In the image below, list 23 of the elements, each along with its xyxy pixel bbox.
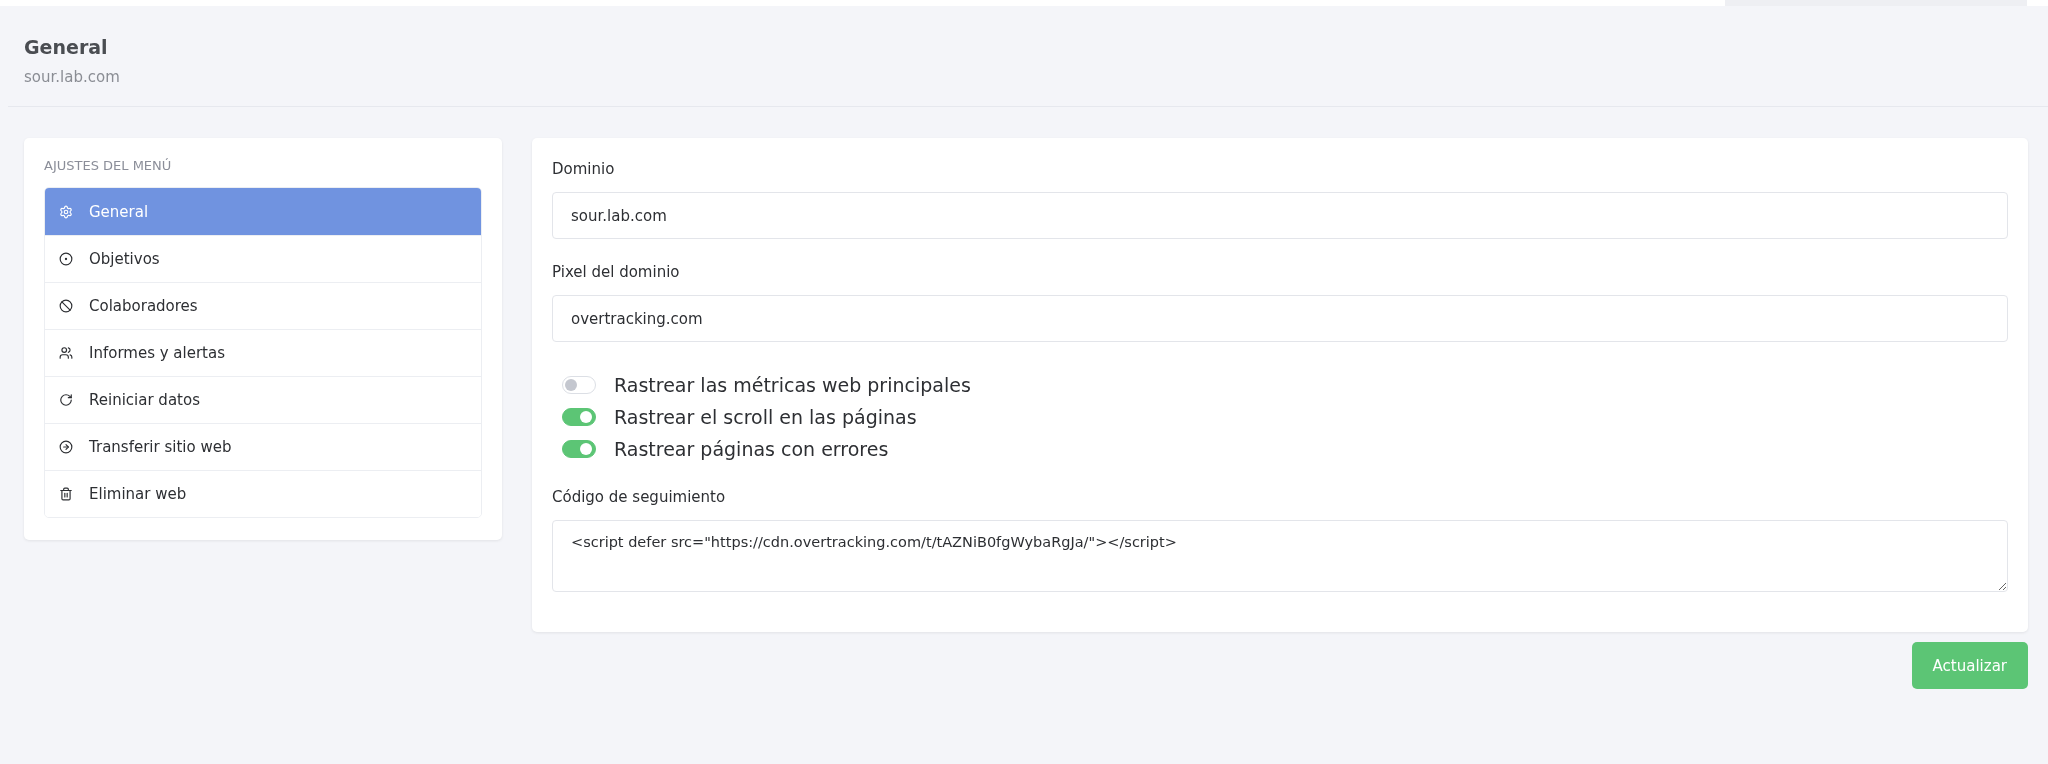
trash-icon [59,487,73,501]
toggle-label: Rastrear páginas con errores [614,438,889,460]
toggle-switch[interactable] [562,440,596,458]
target-icon [59,252,73,266]
page-title: General [24,36,109,58]
toggle-label: Rastrear las métricas web principales [614,374,971,396]
toggle-switch[interactable] [562,408,596,426]
ban-icon [59,299,73,313]
people-icon [59,346,73,360]
toggle-switch[interactable] [562,376,596,394]
refresh-icon [59,393,73,407]
menu-item[interactable]: Eliminar web [45,470,481,517]
field-label: Dominio [552,160,616,178]
input-field[interactable]: sour.lab.com [552,192,2008,239]
page-subtitle: sour.lab.com [24,68,121,86]
input-field[interactable]: overtracking.com [552,295,2008,342]
code-field[interactable]: <script defer src="https://cdn.overtracking.com/t/tAZNiB0fgWybaRgJa/"></script> [552,520,2008,592]
gear-icon [59,204,73,219]
menu-heading: AJUSTES DEL MENÚ [44,158,173,173]
field-label: Código de seguimiento [552,488,727,506]
toggle-label: Rastrear el scroll en las páginas [614,406,917,428]
field-label: Pixel del dominio [552,263,681,281]
arrow-circle-icon [59,440,73,454]
